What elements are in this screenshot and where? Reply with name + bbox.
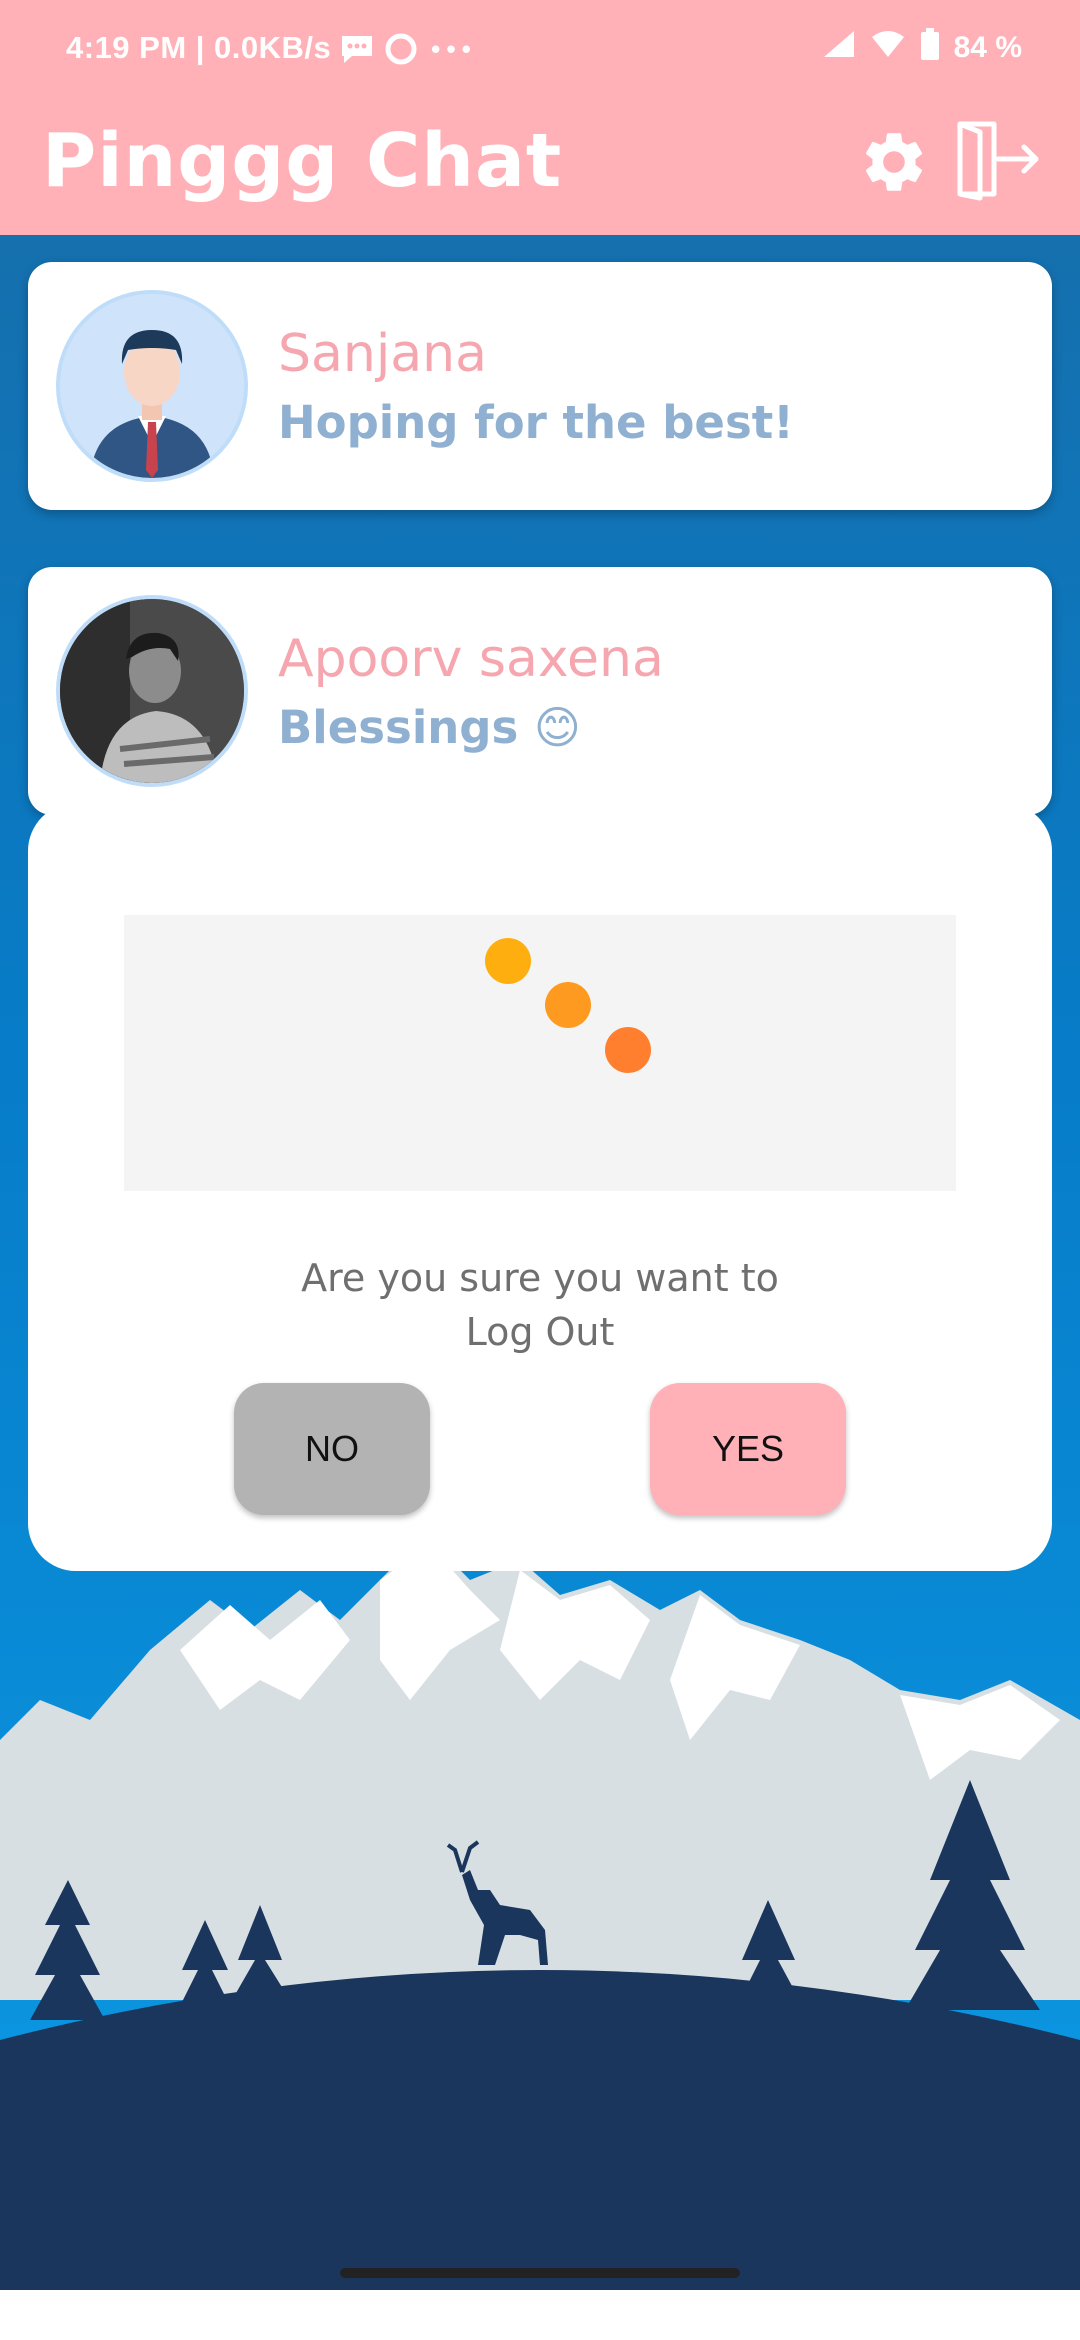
app-bar: Pinggg Chat	[0, 98, 1080, 235]
loader-dot	[605, 1027, 651, 1073]
logout-confirm-dialog: Are you sure you want to Log Out NO YES	[28, 803, 1052, 1571]
dialog-message-line2: Log Out	[465, 1310, 615, 1354]
wifi-icon	[870, 29, 906, 67]
status-bar: 4:19 PM | 0.0KB/s ••• 84 %	[0, 0, 1080, 98]
avatar	[56, 595, 248, 787]
no-button[interactable]: NO	[234, 1383, 430, 1515]
loader-dot	[545, 982, 591, 1028]
home-indicator[interactable]	[340, 2268, 740, 2278]
gear-icon[interactable]	[858, 126, 930, 202]
chat-list-item-apoorv-saxena[interactable]: Apoorv saxena Blessings 😊	[28, 567, 1052, 815]
cellular-signal-icon	[822, 29, 856, 67]
chat-name: Apoorv saxena	[278, 629, 664, 689]
status-time: 4:19 PM | 0.0KB/s	[66, 30, 332, 65]
battery-icon	[920, 28, 940, 68]
chat-name: Sanjana	[278, 324, 487, 384]
logout-icon[interactable]	[954, 116, 1040, 206]
message-notification-icon	[340, 34, 374, 68]
more-notifications-icon: •••	[428, 36, 475, 66]
chat-status: Blessings 😊	[278, 701, 581, 754]
sync-circle-icon	[384, 32, 418, 70]
app-title: Pinggg Chat	[42, 118, 563, 204]
battery-percentage: 84 %	[953, 31, 1022, 64]
loading-animation	[124, 915, 956, 1191]
loader-dot	[485, 938, 531, 984]
chat-list-item-sanjana[interactable]: Sanjana Hoping for the best!	[28, 262, 1052, 510]
yes-button[interactable]: YES	[650, 1383, 846, 1515]
avatar	[56, 290, 248, 482]
chat-status: Hoping for the best!	[278, 396, 794, 449]
dialog-message-line1: Are you sure you want to	[301, 1256, 779, 1300]
